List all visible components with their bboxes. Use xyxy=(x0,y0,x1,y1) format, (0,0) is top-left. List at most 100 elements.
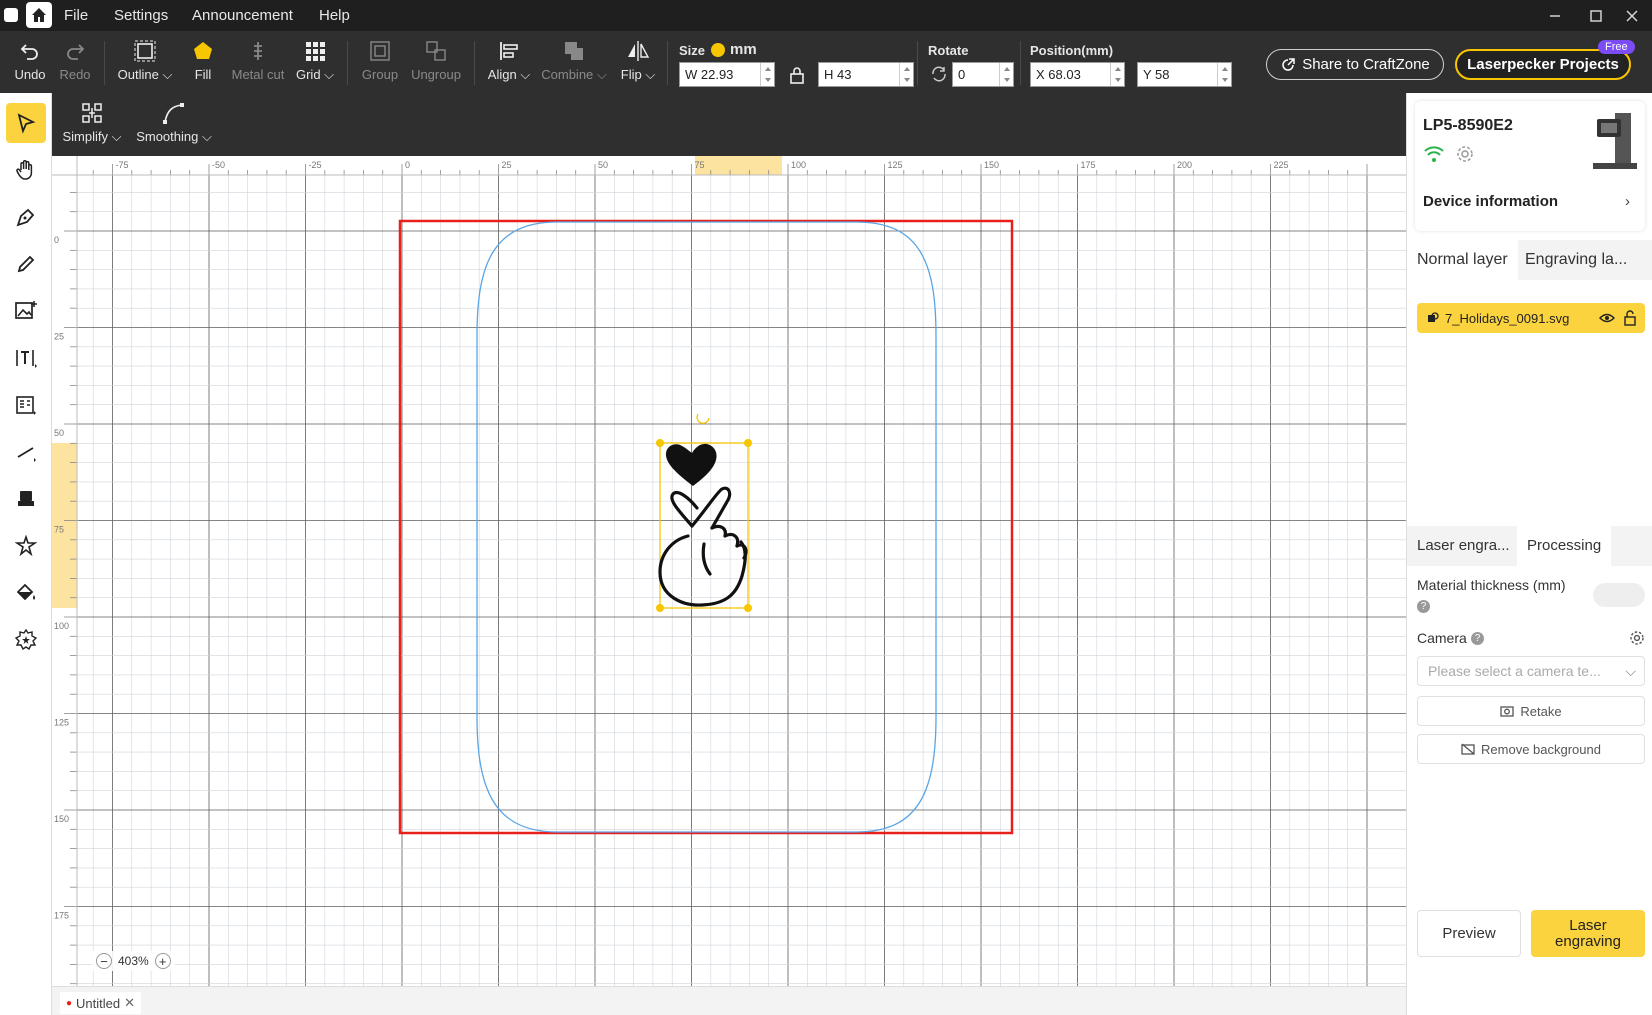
camera-help-icon[interactable]: ? xyxy=(1471,632,1484,645)
outline-button[interactable]: Outline ⌵ xyxy=(115,39,175,83)
ungroup-icon xyxy=(426,41,446,61)
position-x-field[interactable]: X 68.03 xyxy=(1030,62,1125,87)
retake-button[interactable]: Retake xyxy=(1417,696,1645,726)
size-label: Size xyxy=(679,43,706,58)
tab-normal-layer[interactable]: Normal layer xyxy=(1407,240,1518,280)
menu-help[interactable]: Help xyxy=(319,7,350,24)
flip-button[interactable]: Flip ⌵ xyxy=(618,39,658,83)
design-canvas[interactable]: -75 -50 -25 0 25 50 75 100 125 150 175 200 225 0 25 50 7… xyxy=(52,156,1406,986)
rotate-icon xyxy=(932,66,946,82)
paint-bucket-tool[interactable] xyxy=(6,573,46,613)
zoom-out-button[interactable]: − xyxy=(96,953,112,969)
ruler-tick-y: 150 xyxy=(54,814,69,824)
flip-icon xyxy=(628,41,650,61)
menu-announcement[interactable]: Announcement xyxy=(192,7,293,24)
device-card: LP5-8590E2 Device information › xyxy=(1415,101,1645,231)
toolbar: Undo Redo Outline ⌵ Fill Metal cut Grid … xyxy=(0,31,1652,93)
pen-tool[interactable] xyxy=(6,197,46,237)
zoom-control: − 403% + xyxy=(92,951,175,971)
select-tool[interactable] xyxy=(6,103,46,143)
position-y-value: Y 58 xyxy=(1143,67,1170,82)
material-thickness-input[interactable] xyxy=(1593,583,1645,607)
material-thickness-label: Material thickness (mm) xyxy=(1417,577,1566,593)
zoom-in-button[interactable]: + xyxy=(154,953,171,969)
ruler-tick-x: 0 xyxy=(405,160,410,170)
shape-tool[interactable] xyxy=(6,526,46,566)
combine-button[interactable]: Combine ⌵ xyxy=(540,39,608,83)
engraving-outline-path[interactable] xyxy=(476,221,937,833)
share-craftzone-button[interactable]: Share to CraftZone xyxy=(1266,49,1444,80)
document-tab[interactable]: ● Untitled ✕ xyxy=(60,992,142,1014)
close-icon[interactable] xyxy=(1622,6,1642,26)
ungroup-button[interactable]: Ungroup xyxy=(408,39,464,82)
text-tool[interactable] xyxy=(6,338,46,378)
home-icon[interactable] xyxy=(26,2,52,28)
smoothing-icon xyxy=(163,103,184,124)
position-label: Position(mm) xyxy=(1030,43,1114,58)
visibility-eye-icon[interactable] xyxy=(1599,311,1615,325)
path-toolbar: Simplify ⌵ Smoothing ⌵ xyxy=(52,93,1406,156)
chevron-right-icon[interactable]: › xyxy=(1625,193,1630,210)
layer-lock-icon[interactable] xyxy=(1623,310,1637,326)
laser-engraving-button[interactable]: Laser engraving xyxy=(1531,910,1645,957)
simplify-button[interactable]: Simplify ⌵ xyxy=(62,101,122,145)
pencil-tool[interactable] xyxy=(6,244,46,284)
menu-settings[interactable]: Settings xyxy=(114,7,168,24)
image-tool[interactable] xyxy=(6,291,46,331)
menu-file[interactable]: File xyxy=(64,7,88,24)
star-shape-icon xyxy=(15,535,37,557)
layer-item[interactable]: 7_Holidays_0091.svg xyxy=(1417,303,1645,333)
paint-bucket-icon xyxy=(16,583,35,601)
laser-device-image xyxy=(1593,113,1637,169)
device-information-link[interactable]: Device information xyxy=(1423,193,1558,210)
unit-toggle-icon[interactable] xyxy=(711,43,725,57)
smoothing-button[interactable]: Smoothing ⌵ xyxy=(136,101,212,145)
metal-cut-button[interactable]: Metal cut xyxy=(228,39,288,82)
ruler-tick-y: 100 xyxy=(54,621,69,631)
grid-icon xyxy=(306,42,325,61)
metal-cut-label: Metal cut xyxy=(231,67,285,82)
tab-laser-engraving[interactable]: Laser engra... xyxy=(1407,526,1520,566)
tab-processing[interactable]: Processing xyxy=(1517,526,1612,566)
height-field[interactable]: H 43 xyxy=(818,62,914,87)
camera-settings-gear-icon[interactable] xyxy=(1629,630,1645,646)
align-button[interactable]: Align ⌵ xyxy=(486,39,532,83)
help-icon[interactable]: ? xyxy=(1417,600,1430,613)
ruler-tick-x: 75 xyxy=(695,160,705,170)
rotate-handle-icon[interactable] xyxy=(696,413,710,424)
metal-cut-icon xyxy=(254,42,262,60)
undo-button[interactable]: Undo xyxy=(10,39,50,82)
remove-background-button[interactable]: Remove background xyxy=(1417,734,1645,764)
fill-button[interactable]: Fill xyxy=(186,39,220,82)
tab-engraving-layer[interactable]: Engraving la... xyxy=(1515,240,1637,280)
camera-select[interactable]: Please select a camera te... ⌵ xyxy=(1417,656,1645,686)
group-button[interactable]: Group xyxy=(358,39,402,82)
barcode-tool[interactable] xyxy=(6,385,46,425)
minimize-icon[interactable] xyxy=(1545,6,1565,26)
material-library-tool[interactable] xyxy=(6,620,46,660)
right-panel: LP5-8590E2 Device information › Normal l… xyxy=(1406,93,1652,1015)
width-field[interactable]: W 22.93 xyxy=(679,62,775,87)
close-tab-icon[interactable]: ✕ xyxy=(124,995,135,1011)
barcode-icon xyxy=(16,396,36,415)
simplify-label: Simplify ⌵ xyxy=(62,129,122,144)
pen-nib-icon xyxy=(16,208,35,227)
ruler-tick-y: 175 xyxy=(54,911,69,921)
pencil-icon xyxy=(17,255,35,273)
redo-button[interactable]: Redo xyxy=(55,39,95,82)
device-settings-gear-icon[interactable] xyxy=(1455,144,1475,164)
layer-tabs: Normal layer Engraving la... xyxy=(1407,240,1652,280)
ruler-tick-x: -50 xyxy=(212,160,225,170)
preview-label: Preview xyxy=(1442,925,1496,942)
ruler-tick-x: 25 xyxy=(502,160,512,170)
lock-icon[interactable] xyxy=(789,66,805,84)
stamp-tool[interactable] xyxy=(6,479,46,519)
selected-object[interactable] xyxy=(656,413,752,612)
rotate-field[interactable]: 0 xyxy=(952,62,1014,87)
line-tool[interactable] xyxy=(6,432,46,472)
grid-button[interactable]: Grid ⌵ xyxy=(295,39,335,83)
hand-tool[interactable] xyxy=(6,150,46,190)
maximize-icon[interactable] xyxy=(1586,6,1606,26)
position-y-field[interactable]: Y 58 xyxy=(1137,62,1232,87)
preview-button[interactable]: Preview xyxy=(1417,910,1521,957)
